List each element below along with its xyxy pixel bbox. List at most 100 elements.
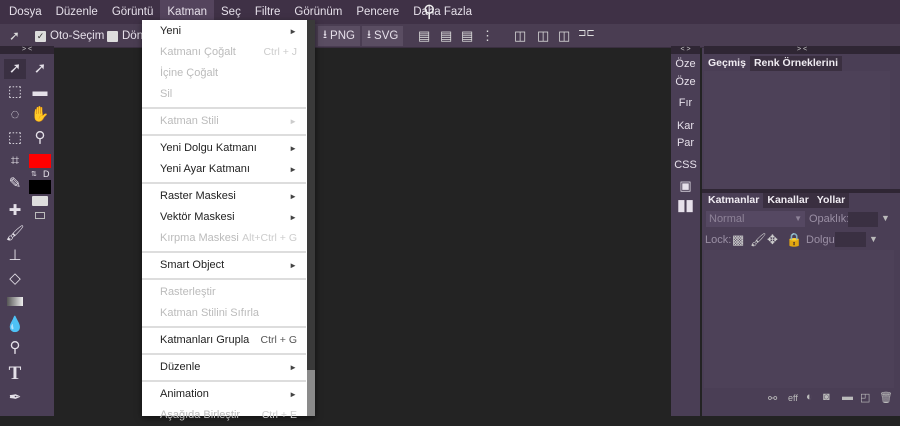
tab-channels[interactable]: Kanallar <box>763 193 813 208</box>
submenu-arrow-icon: ► <box>289 165 297 174</box>
panel-shortcut[interactable]: Öze <box>671 58 700 70</box>
zoom-tool[interactable]: ⚲ <box>29 128 51 148</box>
direct-select-tool[interactable]: ➚ <box>29 59 51 79</box>
export-svg-button[interactable]: ⭳ SVG <box>362 26 404 46</box>
pen-tool[interactable]: ✒ <box>4 388 26 408</box>
lock-paint-icon[interactable]: 🖌 <box>750 232 767 248</box>
menu-item[interactable]: Yeni Dolgu Katmanı ► <box>142 138 306 159</box>
menu-0[interactable]: Dosya <box>2 0 49 24</box>
history-tabs: Geçmiş Renk Örneklerini <box>704 56 842 71</box>
menu-item-label: Vektör Maskesi <box>160 211 235 223</box>
opacity-dropdown-icon[interactable]: ▼ <box>881 213 890 223</box>
tab-swatches[interactable]: Renk Örneklerini <box>749 56 842 71</box>
menu-item: Katmanı Çoğalt Ctrl + J <box>142 42 306 63</box>
menu-item-label: Sil <box>160 88 173 100</box>
swap-colors-icon[interactable]: ⇅ <box>31 170 37 178</box>
menu-7[interactable]: Pencere <box>349 0 406 24</box>
gradient-tool[interactable] <box>7 297 23 306</box>
menu-items: Yeni ► Katmanı Çoğalt Ctrl + J İçine Çoğalt S… <box>142 21 315 426</box>
foreground-color-swatch[interactable] <box>29 154 51 168</box>
blend-mode-select[interactable]: Normal ▼ <box>706 211 805 227</box>
lock-transparency-icon[interactable]: ▩ <box>732 232 744 248</box>
menu-separator <box>142 182 306 184</box>
menu-8[interactable]: Daha Fazla <box>406 0 479 24</box>
link-layers-icon[interactable]: ⚯ <box>768 392 777 405</box>
panel-shortcut[interactable]: Fır <box>671 97 700 109</box>
align-bottom-icon[interactable]: ◫ <box>558 28 570 44</box>
submenu-arrow-icon: ► <box>289 261 297 270</box>
dodge-tool[interactable]: ⚲ <box>4 338 26 358</box>
background-color-swatch[interactable] <box>29 180 51 194</box>
menu-item[interactable]: Smart Object ► <box>142 255 306 276</box>
align-left-icon[interactable]: ▤ <box>418 28 430 44</box>
screen-mode-icon[interactable] <box>35 212 45 219</box>
quick-select-tool[interactable]: ⬚ <box>4 128 26 148</box>
menu-item-label: Düzenle <box>160 361 201 373</box>
move-tool[interactable]: ➚ <box>4 59 26 79</box>
menu-1[interactable]: Düzenle <box>49 0 105 24</box>
opacity-input[interactable] <box>848 212 878 227</box>
distribute-vertical-icon[interactable]: ⋮ <box>481 28 494 44</box>
eraser-tool[interactable]: ◇ <box>4 269 26 289</box>
options-toolbar: ➚ ✓ Oto-Seçim Dönü ⭳ PNG ⭳ SVG ▤ ▤ ▤ ⋮ ◫ ◫ … <box>0 24 900 48</box>
menu-item[interactable]: Katmanları Grupla Ctrl + G <box>142 330 306 351</box>
layer-effects-button[interactable]: eff <box>788 393 798 403</box>
brush-tool[interactable]: 🖌 <box>4 224 26 244</box>
menu-item[interactable]: Düzenle ► <box>142 357 306 378</box>
adjustment-layer-icon[interactable]: ◐ <box>806 391 813 403</box>
panel-shortcut[interactable]: Kar <box>671 120 700 132</box>
hand-tool[interactable]: ✋ <box>29 105 51 125</box>
menu-separator <box>142 380 306 382</box>
menu-item[interactable]: Vektör Maskesi ► <box>142 207 306 228</box>
tab-layers[interactable]: Katmanlar <box>704 193 764 208</box>
text-tool[interactable]: T <box>4 364 26 384</box>
image-icon[interactable]: ▣ <box>671 178 700 194</box>
menu-item[interactable]: Yeni ► <box>142 21 306 42</box>
submenu-arrow-icon: ► <box>289 390 297 399</box>
clone-stamp-tool[interactable]: ⊥ <box>4 246 26 266</box>
export-png-button[interactable]: ⭳ PNG <box>318 26 360 46</box>
new-group-icon[interactable]: ▬ <box>842 391 853 403</box>
layer-mask-icon[interactable]: ◙ <box>823 391 830 403</box>
menu-item[interactable]: Yeni Ayar Katmanı ► <box>142 159 306 180</box>
align-center-icon[interactable]: ▤ <box>440 28 452 44</box>
download-icon: ⭳ <box>323 28 328 41</box>
menu-scrollbar-thumb[interactable] <box>307 370 315 416</box>
move-tool-icon[interactable]: ➚ <box>9 28 20 44</box>
lock-all-icon[interactable]: 🔒 <box>786 232 802 248</box>
layers-footer: ⚯ eff ◐ ◙ ▬ ◰ 🗑 <box>702 388 900 416</box>
panel-shortcut[interactable]: Öze <box>671 76 700 88</box>
menu-scrollbar[interactable] <box>307 20 315 416</box>
lasso-tool[interactable]: ◌ <box>4 105 26 125</box>
auto-select-checkbox[interactable]: ✓ Oto-Seçim <box>35 27 104 45</box>
distribute-horizontal-icon[interactable]: ⊐⊏ <box>578 28 595 39</box>
histogram-icon[interactable]: ▮▮ <box>671 196 700 214</box>
new-layer-icon[interactable]: ◰ <box>860 391 870 404</box>
align-middle-icon[interactable]: ◫ <box>537 28 549 44</box>
tab-paths[interactable]: Yollar <box>812 193 850 208</box>
align-right-icon[interactable]: ▤ <box>461 28 473 44</box>
tab-history[interactable]: Geçmiş <box>704 56 750 71</box>
menu-bar: Dosya Düzenle Görüntü Katman Seç Filtre Görünü… <box>0 0 900 24</box>
search-icon[interactable]: ⚲ <box>423 2 435 22</box>
blur-tool[interactable]: 💧 <box>4 315 26 335</box>
healing-brush-tool[interactable]: ✚ <box>4 201 26 221</box>
align-top-icon[interactable]: ◫ <box>514 28 526 44</box>
rectangle-tool[interactable]: ▬ <box>29 82 51 102</box>
panel-shortcut[interactable]: Par <box>671 137 700 149</box>
fill-dropdown-icon[interactable]: ▼ <box>869 234 878 244</box>
marquee-tool[interactable]: ⬚ <box>4 82 26 102</box>
fill-input[interactable] <box>835 232 866 247</box>
crop-tool[interactable]: ⌗ <box>4 151 26 171</box>
eyedropper-tool[interactable]: ✎ <box>4 174 26 194</box>
panel-shortcut-css[interactable]: CSS <box>671 159 700 171</box>
collapse-panels-button[interactable]: > < <box>704 46 900 54</box>
default-colors-button[interactable]: D <box>43 169 50 179</box>
menu-item[interactable]: Animation ► <box>142 384 306 405</box>
lock-position-icon[interactable]: ✥ <box>767 232 778 248</box>
quick-mask-icon[interactable] <box>32 196 48 206</box>
expand-panels-button[interactable]: < > <box>671 46 700 54</box>
menu-item[interactable]: Raster Maskesi ► <box>142 186 306 207</box>
collapse-tools-button[interactable]: > < <box>0 46 54 54</box>
delete-layer-icon[interactable]: 🗑 <box>879 391 893 404</box>
